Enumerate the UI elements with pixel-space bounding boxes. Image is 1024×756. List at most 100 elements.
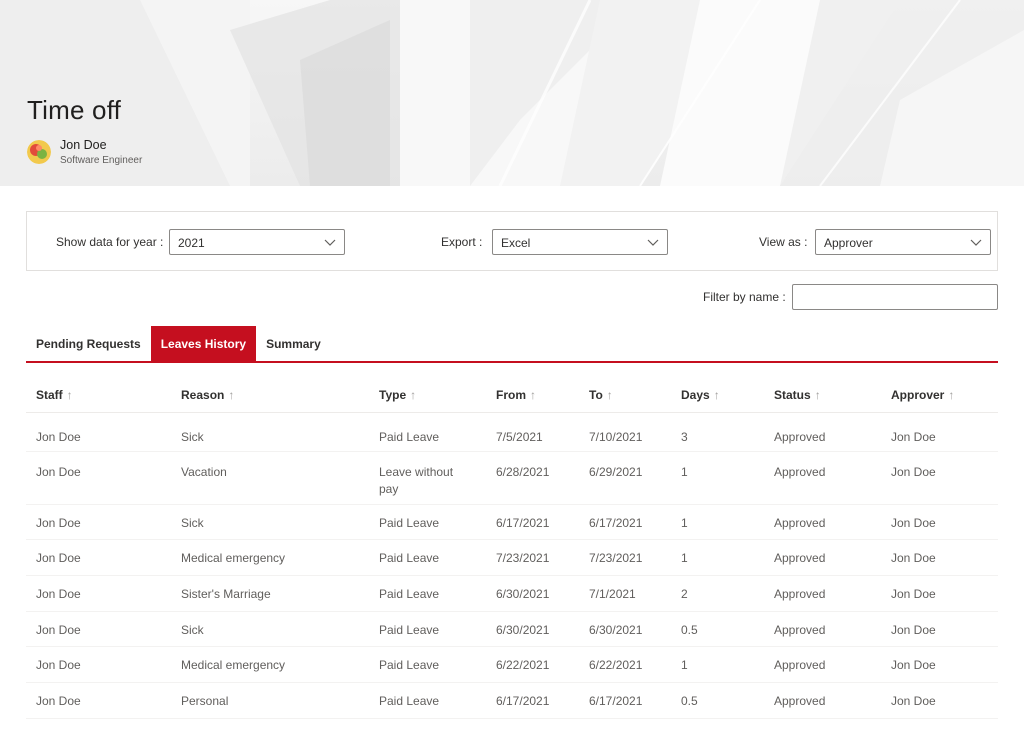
table-row[interactable]: Jon Doe Sick Paid Leave 6/17/2021 6/17/2… — [26, 505, 998, 540]
avatar[interactable] — [27, 140, 51, 164]
page-title: Time off — [27, 95, 122, 125]
cell-approver: Jon Doe — [891, 465, 936, 479]
column-header-from[interactable]: From ↑ — [496, 388, 536, 402]
cell-from: 6/30/2021 — [496, 587, 550, 601]
tab-summary[interactable]: Summary — [256, 326, 331, 362]
leaves-history-table: Staff ↑ Reason ↑ Type ↑ From ↑ To ↑ Days ↑ Sta… — [26, 376, 998, 719]
cell-approver: Jon Doe — [891, 694, 936, 708]
filter-by-name-label: Filter by name : — [703, 290, 786, 304]
cell-days: 1 — [681, 551, 688, 565]
cell-reason: Medical emergency — [181, 658, 286, 672]
tab-pending-requests[interactable]: Pending Requests — [26, 326, 151, 362]
view-as-label: View as : — [759, 235, 808, 249]
sort-arrow-up-icon: ↑ — [410, 388, 417, 402]
cell-to: 6/17/2021 — [589, 694, 643, 708]
cell-staff: Jon Doe — [36, 694, 81, 708]
cell-type: Paid Leave — [379, 623, 440, 637]
table-row[interactable]: Jon Doe Vacation Leave without pay 6/28/… — [26, 452, 998, 505]
hero-banner: Time off Jon Doe Software Engineer — [0, 0, 1024, 186]
cell-to: 6/17/2021 — [589, 516, 643, 530]
table-row[interactable]: Jon Doe Sister's Marriage Paid Leave 6/3… — [26, 576, 998, 612]
cell-from: 6/17/2021 — [496, 516, 550, 530]
year-dropdown[interactable]: 2021 — [169, 229, 345, 255]
cell-to: 6/29/2021 — [589, 465, 643, 479]
export-label: Export : — [441, 235, 483, 249]
sort-arrow-up-icon: ↑ — [606, 388, 613, 402]
cell-type: Paid Leave — [379, 694, 440, 708]
column-header-type[interactable]: Type ↑ — [379, 388, 416, 402]
sort-arrow-up-icon: ↑ — [530, 388, 536, 402]
cell-from: 6/28/2021 — [496, 465, 550, 479]
cell-staff: Jon Doe — [36, 430, 81, 444]
column-header-status[interactable]: Status ↑ — [774, 388, 821, 402]
cell-days: 0.5 — [681, 623, 698, 637]
cell-to: 6/30/2021 — [589, 623, 643, 637]
column-header-approver[interactable]: Approver ↑ — [891, 388, 954, 402]
cell-to: 6/22/2021 — [589, 658, 643, 672]
sort-arrow-up-icon: ↑ — [66, 388, 73, 402]
cell-status: Approved — [774, 430, 826, 444]
cell-days: 1 — [681, 516, 688, 530]
cell-status: Approved — [774, 465, 826, 479]
cell-type: Paid Leave — [379, 658, 440, 672]
cell-staff: Jon Doe — [36, 623, 81, 637]
cell-to: 7/23/2021 — [589, 551, 643, 565]
table-row[interactable]: Jon Doe Medical emergency Paid Leave 7/2… — [26, 540, 998, 576]
cell-days: 1 — [681, 658, 688, 672]
cell-approver: Jon Doe — [891, 587, 936, 601]
tab-bar: Pending Requests Leaves History Summary — [26, 326, 331, 362]
cell-from: 6/22/2021 — [496, 658, 550, 672]
cell-days: 3 — [681, 430, 688, 444]
cell-approver: Jon Doe — [891, 551, 936, 565]
table-row[interactable]: Jon Doe Personal Paid Leave 6/17/2021 6/… — [26, 683, 998, 719]
cell-status: Approved — [774, 658, 826, 672]
hero-background-graphic — [0, 0, 1024, 186]
cell-type: Leave without pay — [379, 465, 454, 496]
cell-staff: Jon Doe — [36, 516, 81, 530]
tab-leaves-history[interactable]: Leaves History — [150, 326, 257, 362]
column-header-staff[interactable]: Staff ↑ — [36, 388, 73, 402]
cell-from: 7/5/2021 — [496, 430, 543, 444]
cell-type: Paid Leave — [379, 516, 440, 530]
cell-from: 7/23/2021 — [496, 551, 550, 565]
cell-status: Approved — [774, 694, 826, 708]
cell-status: Approved — [774, 587, 826, 601]
column-header-reason[interactable]: Reason ↑ — [181, 388, 234, 402]
cell-from: 6/30/2021 — [496, 623, 550, 637]
sort-arrow-up-icon: ↑ — [948, 388, 955, 402]
column-header-days[interactable]: Days ↑ — [681, 388, 720, 402]
sort-arrow-up-icon: ↑ — [228, 388, 235, 402]
table-row[interactable]: Jon Doe Sick Paid Leave 7/5/2021 7/10/20… — [26, 413, 998, 452]
cell-staff: Jon Doe — [36, 465, 81, 479]
chevron-down-icon — [647, 239, 659, 246]
sort-arrow-up-icon: ↑ — [814, 388, 821, 402]
cell-days: 2 — [681, 587, 688, 601]
cell-to: 7/10/2021 — [589, 430, 643, 444]
cell-staff: Jon Doe — [36, 587, 81, 601]
sort-arrow-up-icon: ↑ — [713, 388, 720, 402]
cell-reason: Sister's Marriage — [181, 587, 271, 601]
filter-panel: Show data for year : 2021 Export : Excel… — [26, 211, 998, 271]
cell-staff: Jon Doe — [36, 551, 81, 565]
cell-from: 6/17/2021 — [496, 694, 550, 708]
cell-status: Approved — [774, 623, 826, 637]
export-dropdown[interactable]: Excel — [492, 229, 668, 255]
filter-by-name-input[interactable] — [792, 284, 998, 310]
year-dropdown-value: 2021 — [178, 236, 205, 250]
tab-underline — [26, 361, 998, 363]
chevron-down-icon — [970, 239, 982, 246]
chevron-down-icon — [324, 239, 336, 246]
user-name: Jon Doe — [60, 138, 107, 152]
table-row[interactable]: Jon Doe Sick Paid Leave 6/30/2021 6/30/2… — [26, 612, 998, 647]
cell-days: 0.5 — [681, 694, 698, 708]
column-header-to[interactable]: To ↑ — [589, 388, 613, 402]
cell-type: Paid Leave — [379, 587, 440, 601]
cell-reason: Sick — [181, 516, 204, 530]
cell-reason: Sick — [181, 623, 204, 637]
cell-type: Paid Leave — [379, 430, 440, 444]
view-as-dropdown[interactable]: Approver — [815, 229, 991, 255]
table-row[interactable]: Jon Doe Medical emergency Paid Leave 6/2… — [26, 647, 998, 683]
cell-days: 1 — [681, 465, 688, 479]
cell-status: Approved — [774, 516, 826, 530]
cell-approver: Jon Doe — [891, 430, 936, 444]
